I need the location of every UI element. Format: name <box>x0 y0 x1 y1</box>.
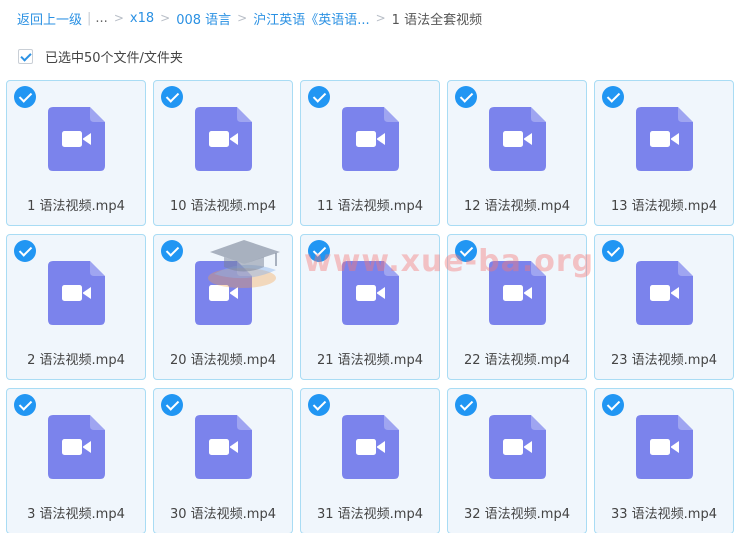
selection-count-label: 已选中50个文件/文件夹 <box>45 51 183 66</box>
file-name: 33 语法视频.mp4 <box>611 507 717 522</box>
file-card[interactable]: 20 语法视频.mp4 <box>153 234 293 380</box>
selected-check-icon[interactable] <box>455 240 477 262</box>
file-name: 20 语法视频.mp4 <box>170 353 276 368</box>
selected-check-icon[interactable] <box>161 86 183 108</box>
file-name: 23 语法视频.mp4 <box>611 353 717 368</box>
file-card[interactable]: 32 语法视频.mp4 <box>447 388 587 533</box>
chevron-right-icon: > <box>160 11 171 25</box>
selected-check-icon[interactable] <box>602 86 624 108</box>
video-file-icon <box>489 415 546 479</box>
select-all-row: 已选中50个文件/文件夹 <box>18 47 183 66</box>
video-file-icon <box>48 261 105 325</box>
chevron-right-icon: > <box>375 11 386 25</box>
file-name: 2 语法视频.mp4 <box>27 353 125 368</box>
file-card[interactable]: 22 语法视频.mp4 <box>447 234 587 380</box>
file-name: 32 语法视频.mp4 <box>464 507 570 522</box>
video-file-icon <box>48 107 105 171</box>
file-name: 31 语法视频.mp4 <box>317 507 423 522</box>
file-card[interactable]: 13 语法视频.mp4 <box>594 80 734 226</box>
selected-check-icon[interactable] <box>14 394 36 416</box>
file-card[interactable]: 3 语法视频.mp4 <box>6 388 146 533</box>
file-name: 13 语法视频.mp4 <box>611 199 717 214</box>
chevron-right-icon: > <box>237 11 248 25</box>
file-card[interactable]: 30 语法视频.mp4 <box>153 388 293 533</box>
selected-check-icon[interactable] <box>602 394 624 416</box>
file-card[interactable]: 11 语法视频.mp4 <box>300 80 440 226</box>
selected-check-icon[interactable] <box>14 240 36 262</box>
video-file-icon <box>195 261 252 325</box>
file-card[interactable]: 33 语法视频.mp4 <box>594 388 734 533</box>
file-card[interactable]: 2 语法视频.mp4 <box>6 234 146 380</box>
selected-check-icon[interactable] <box>308 394 330 416</box>
breadcrumb-item-hujiang[interactable]: 沪江英语《英语语... <box>253 9 369 28</box>
file-name: 3 语法视频.mp4 <box>27 507 125 522</box>
back-link[interactable]: 返回上一级 <box>17 9 82 28</box>
breadcrumb-ellipsis[interactable]: ... <box>95 11 107 26</box>
select-all-checkbox[interactable] <box>18 49 33 64</box>
file-name: 11 语法视频.mp4 <box>317 199 423 214</box>
video-file-icon <box>48 415 105 479</box>
file-card[interactable]: 1 语法视频.mp4 <box>6 80 146 226</box>
file-name: 1 语法视频.mp4 <box>27 199 125 214</box>
breadcrumb-divider: | <box>87 10 92 26</box>
video-file-icon <box>489 107 546 171</box>
breadcrumb: 返回上一级 | ... > x18 > 008 语言 > 沪江英语《英语语...… <box>17 9 483 28</box>
video-file-icon <box>636 415 693 479</box>
chevron-right-icon: > <box>113 11 124 25</box>
selected-check-icon[interactable] <box>455 394 477 416</box>
file-card[interactable]: 23 语法视频.mp4 <box>594 234 734 380</box>
video-file-icon <box>636 261 693 325</box>
file-name: 10 语法视频.mp4 <box>170 199 276 214</box>
video-file-icon <box>195 107 252 171</box>
selected-check-icon[interactable] <box>161 394 183 416</box>
video-file-icon <box>195 415 252 479</box>
file-name: 12 语法视频.mp4 <box>464 199 570 214</box>
selected-check-icon[interactable] <box>14 86 36 108</box>
file-name: 21 语法视频.mp4 <box>317 353 423 368</box>
selected-check-icon[interactable] <box>455 86 477 108</box>
selected-check-icon[interactable] <box>308 86 330 108</box>
video-file-icon <box>342 415 399 479</box>
file-name: 30 语法视频.mp4 <box>170 507 276 522</box>
video-file-icon <box>489 261 546 325</box>
file-card[interactable]: 21 语法视频.mp4 <box>300 234 440 380</box>
file-card[interactable]: 12 语法视频.mp4 <box>447 80 587 226</box>
video-file-icon <box>342 261 399 325</box>
video-file-icon <box>636 107 693 171</box>
selected-check-icon[interactable] <box>161 240 183 262</box>
breadcrumb-current: 1 语法全套视频 <box>391 12 483 28</box>
selected-check-icon[interactable] <box>602 240 624 262</box>
breadcrumb-item-x18[interactable]: x18 <box>130 11 154 26</box>
file-name: 22 语法视频.mp4 <box>464 353 570 368</box>
breadcrumb-item-language[interactable]: 008 语言 <box>176 9 231 28</box>
file-card[interactable]: 10 语法视频.mp4 <box>153 80 293 226</box>
selected-check-icon[interactable] <box>308 240 330 262</box>
file-card[interactable]: 31 语法视频.mp4 <box>300 388 440 533</box>
video-file-icon <box>342 107 399 171</box>
